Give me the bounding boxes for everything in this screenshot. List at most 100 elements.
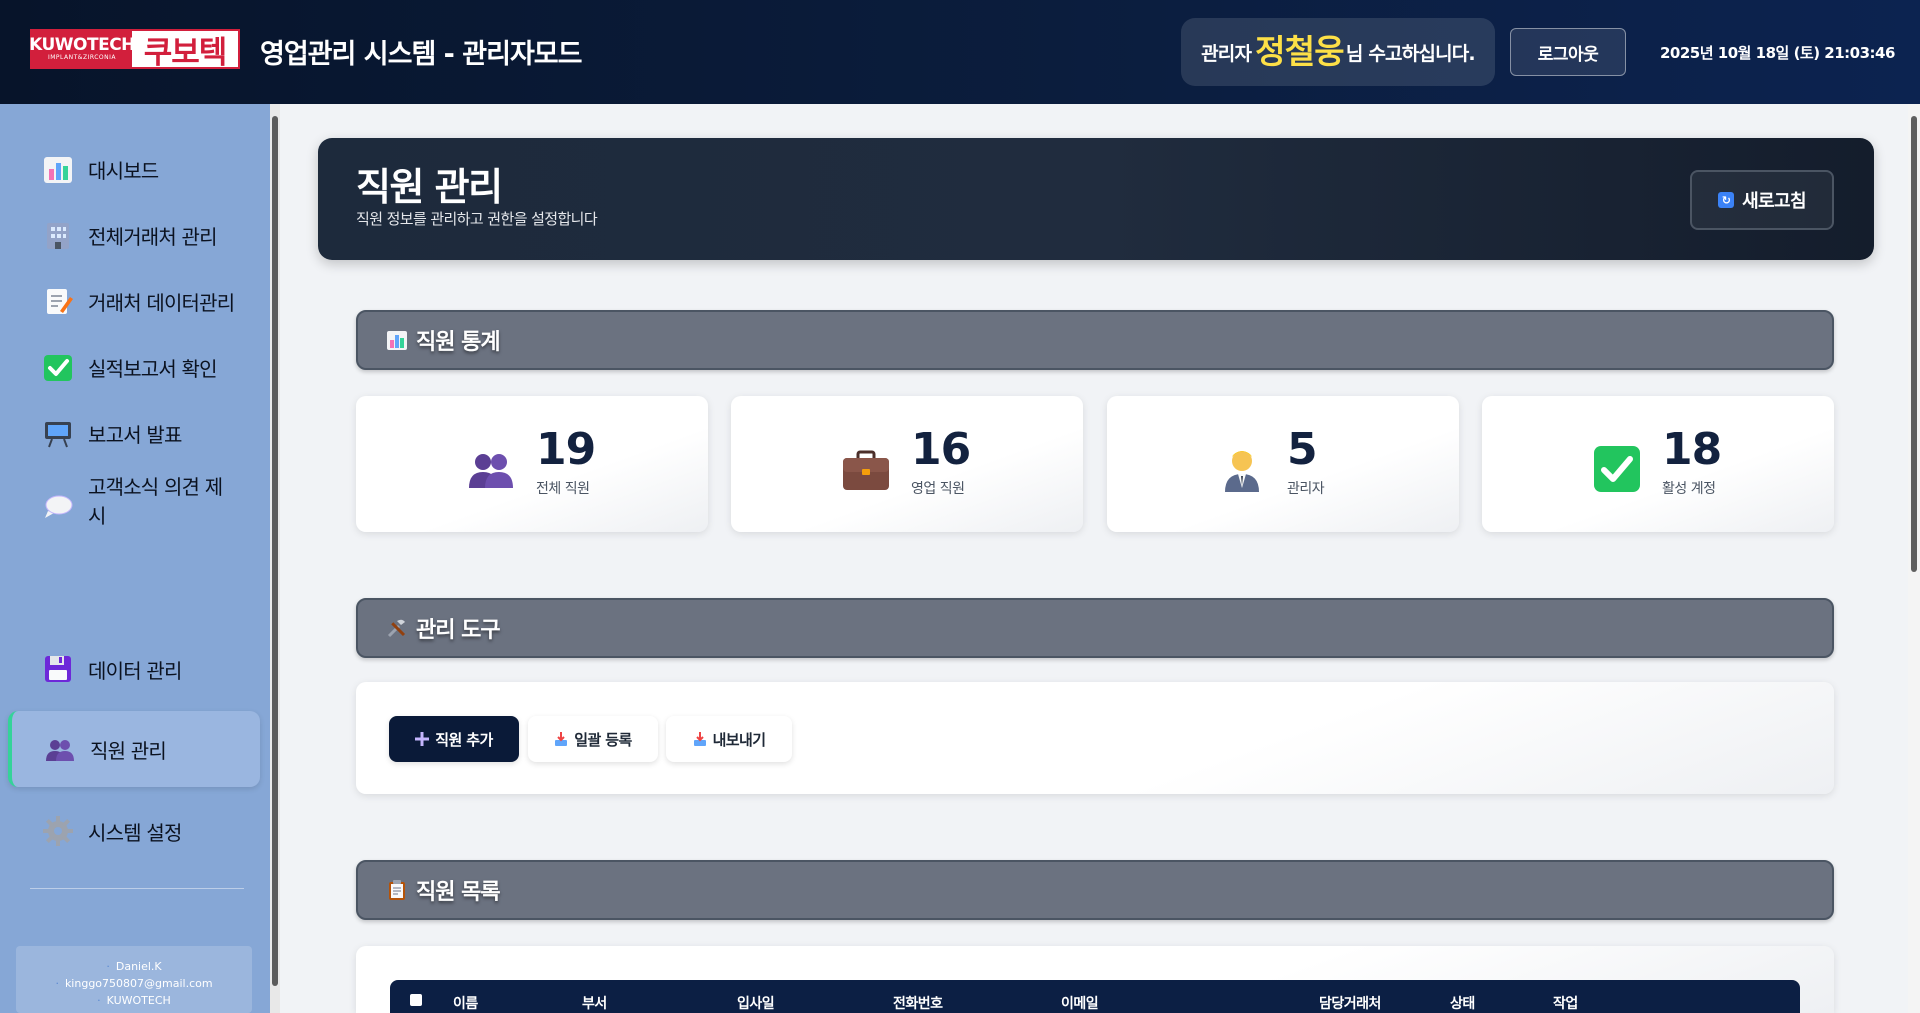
building-icon <box>40 217 76 253</box>
inbox-tray-icon <box>693 732 707 746</box>
add-employee-label: 직원 추가 <box>435 730 493 749</box>
stat-value: 5 <box>1287 424 1318 475</box>
user-greeting: 관리자 정철웅 님 수고하십니다. <box>1181 18 1495 86</box>
current-datetime: 2025년 10월 18일 (토) 21:03:46 <box>1660 44 1895 62</box>
column-header-name[interactable]: 이름 <box>453 993 478 1013</box>
sidebar-item-dashboard[interactable]: 대시보드 <box>10 131 258 207</box>
stat-card-sales-employees: 16 영업 직원 <box>731 396 1083 532</box>
inbox-tray-icon <box>554 732 568 746</box>
stat-card-total-employees: 19 전체 직원 <box>356 396 708 532</box>
logo-sub-text: IMPLANT&ZIRCONIA <box>47 54 116 61</box>
floppy-disk-icon <box>40 651 76 687</box>
memo-icon <box>40 283 76 319</box>
check-mark-icon <box>40 349 76 385</box>
sidebar-item-label: 실적보고서 확인 <box>88 356 218 381</box>
developer-key: · <box>106 960 110 973</box>
stat-value: 16 <box>911 424 971 475</box>
column-header-department[interactable]: 부서 <box>582 993 607 1013</box>
refresh-icon: ↻ <box>1718 192 1735 208</box>
plus-icon <box>415 732 430 746</box>
page-title: 직원 관리 <box>356 165 503 209</box>
sidebar-divider <box>30 888 244 889</box>
sidebar-item-label: 직원 관리 <box>90 738 167 763</box>
sidebar: 대시보드 전체거래처 관리 거래처 데이터관리 실적보고서 확인 보고서 발표 … <box>0 104 270 1013</box>
main-scrollbar-thumb[interactable] <box>1911 116 1917 572</box>
briefcase-icon <box>841 444 891 494</box>
refresh-button[interactable]: ↻ 새로고침 <box>1690 170 1834 230</box>
email-key: · <box>55 977 59 990</box>
sidebar-item-label: 보고서 발표 <box>88 422 182 447</box>
developer-email: kinggo750807@gmail.com <box>64 977 213 990</box>
developer-company: KUWOTECH <box>106 994 171 1007</box>
sidebar-scrollbar-thumb[interactable] <box>272 116 278 986</box>
stat-label: 관리자 <box>1287 481 1325 497</box>
column-header-assigned-clients[interactable]: 담당거래처 <box>1319 993 1381 1013</box>
company-key: · <box>97 994 101 1007</box>
gear-icon <box>40 813 76 849</box>
stat-card-active-accounts: 18 활성 계정 <box>1482 396 1834 532</box>
sidebar-item-label: 거래처 데이터관리 <box>88 290 235 315</box>
sidebar-item-client-data[interactable]: 거래처 데이터관리 <box>10 263 258 339</box>
column-header-phone[interactable]: 전화번호 <box>893 993 943 1013</box>
sidebar-item-all-clients[interactable]: 전체거래처 관리 <box>10 197 258 273</box>
sidebar-scrollbar[interactable] <box>270 104 280 1013</box>
greeting-suffix: 님 수고하십니다. <box>1345 42 1476 65</box>
refresh-label: 새로고침 <box>1742 191 1806 212</box>
page-subtitle: 직원 정보를 관리하고 권한을 설정합니다 <box>356 210 598 228</box>
user-name: 정철웅 <box>1255 32 1344 71</box>
sidebar-item-system-settings[interactable]: 시스템 설정 <box>10 793 258 869</box>
stats-section-title: 직원 통계 <box>416 330 501 355</box>
list-section-title: 직원 목록 <box>416 880 501 905</box>
tools-panel: 직원 추가 일괄 등록 내보내기 <box>356 682 1834 794</box>
developer-info: · Daniel.K · kinggo750807@gmail.com · KUWOT… <box>16 946 252 1013</box>
export-label: 내보내기 <box>712 730 766 749</box>
greeting-prefix: 관리자 <box>1201 42 1252 65</box>
stat-card-managers: 5 관리자 <box>1107 396 1459 532</box>
developer-name: Daniel.K <box>115 960 162 973</box>
export-button[interactable]: 내보내기 <box>666 716 792 762</box>
sidebar-item-performance-report[interactable]: 실적보고서 확인 <box>10 329 258 405</box>
stats-section-header: 직원 통계 <box>356 310 1834 370</box>
presentation-icon <box>40 415 76 451</box>
stat-label: 영업 직원 <box>911 481 965 497</box>
tools-icon <box>386 617 408 639</box>
employee-table-header: 이름 부서 입사일 전화번호 이메일 담당거래처 상태 작업 <box>390 980 1800 1013</box>
speech-bubble-icon <box>40 489 76 525</box>
tools-section-title: 관리 도구 <box>416 618 501 643</box>
select-all-checkbox[interactable] <box>410 994 422 1006</box>
add-employee-button[interactable]: 직원 추가 <box>389 716 519 762</box>
people-icon <box>42 731 78 767</box>
people-icon <box>466 444 516 494</box>
column-header-hire-date[interactable]: 입사일 <box>737 993 775 1013</box>
column-header-email[interactable]: 이메일 <box>1061 993 1099 1013</box>
logout-button[interactable]: 로그아웃 <box>1510 28 1626 76</box>
manager-icon <box>1217 444 1267 494</box>
column-header-actions[interactable]: 작업 <box>1553 993 1578 1013</box>
bulk-register-button[interactable]: 일괄 등록 <box>528 716 658 762</box>
sidebar-item-label: 시스템 설정 <box>88 820 182 845</box>
tools-section-header: 관리 도구 <box>356 598 1834 658</box>
clipboard-icon <box>386 879 408 901</box>
employee-list-panel: 이름 부서 입사일 전화번호 이메일 담당거래처 상태 작업 <box>356 946 1834 1013</box>
page-header: 직원 관리 직원 정보를 관리하고 권한을 설정합니다 ↻ 새로고침 <box>318 138 1874 260</box>
logo-korean-text: 쿠보텍 <box>143 34 228 71</box>
sidebar-item-report-presentation[interactable]: 보고서 발표 <box>10 395 258 471</box>
sidebar-item-label: 데이터 관리 <box>88 658 182 683</box>
check-box-icon <box>1592 444 1642 494</box>
app-title: 영업관리 시스템 - 관리자모드 <box>260 39 582 70</box>
main-scrollbar[interactable] <box>1908 104 1920 1013</box>
sidebar-item-employee-management[interactable]: 직원 관리 <box>8 711 260 787</box>
column-header-status[interactable]: 상태 <box>1450 993 1475 1013</box>
sidebar-item-label: 전체거래처 관리 <box>88 224 218 249</box>
stat-label: 활성 계정 <box>1662 481 1716 497</box>
list-section-header: 직원 목록 <box>356 860 1834 920</box>
bar-chart-icon <box>386 329 408 351</box>
bar-chart-icon <box>40 151 76 187</box>
sidebar-item-data-management[interactable]: 데이터 관리 <box>10 631 258 707</box>
top-header: KUWOTECH IMPLANT&ZIRCONIA 쿠보텍 영업관리 시스템 -… <box>0 0 1920 104</box>
sidebar-item-label: 대시보드 <box>88 158 159 183</box>
sidebar-item-label: 고객소식 의견 제시 <box>88 475 223 528</box>
sidebar-item-customer-feedback[interactable]: 고객소식 의견 제시 <box>10 461 258 551</box>
stat-value: 19 <box>536 424 596 475</box>
logo-brand-text: KUWOTECH <box>29 35 135 55</box>
